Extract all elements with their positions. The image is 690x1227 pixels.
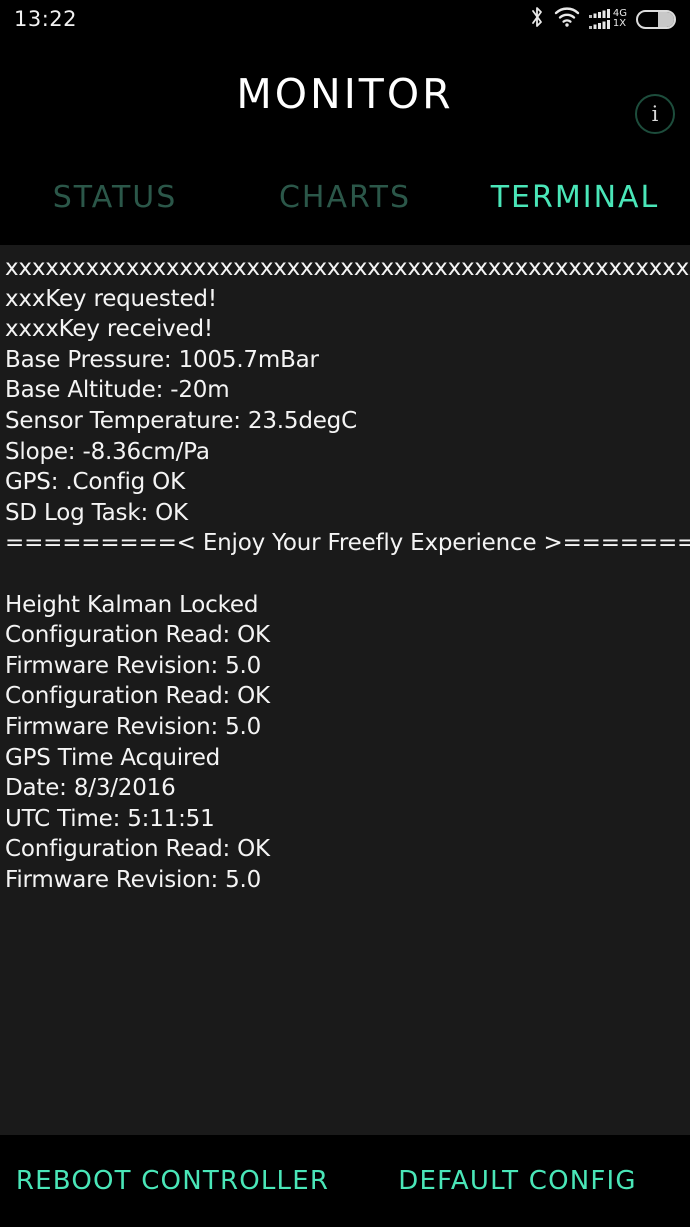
wifi-icon	[554, 6, 580, 32]
bluetooth-icon	[529, 6, 545, 32]
cellular-signal-icon: 4G 1X	[588, 9, 627, 29]
default-config-button[interactable]: DEFAULT CONFIG	[345, 1166, 690, 1196]
battery-fill-level	[657, 11, 674, 27]
status-bar-icons: 4G 1X	[529, 6, 676, 32]
tab-terminal[interactable]: TERMINAL	[460, 180, 690, 215]
status-bar-clock: 13:22	[14, 7, 78, 31]
terminal-line: Firmware Revision: 5.0	[5, 866, 262, 893]
terminal-line: Date: 8/3/2016	[5, 775, 176, 802]
terminal-line: GPS: .Config OK	[5, 469, 185, 496]
terminal-line: Configuration Read: OK	[5, 836, 270, 863]
info-icon[interactable]: i	[635, 94, 675, 134]
action-bar: REBOOT CONTROLLER DEFAULT CONFIG	[0, 1135, 690, 1227]
terminal-line: xxxKey requested!	[5, 285, 217, 312]
system-status-bar: 13:22 4G 1X	[0, 0, 690, 38]
terminal-line: Firmware Revision: 5.0	[5, 652, 262, 679]
terminal-line: xxxxxxxxxxxxxxxxxxxxxxxxxxxxxxxxxxxxxxxx…	[5, 255, 690, 281]
terminal-line: Configuration Read: OK	[5, 622, 270, 649]
page-title: MONITOR	[236, 70, 454, 118]
terminal-line: Firmware Revision: 5.0	[5, 713, 262, 740]
network-type-label-secondary: 1X	[612, 18, 627, 29]
terminal-line: xxxxKey received!	[5, 316, 213, 343]
terminal-line: Configuration Read: OK	[5, 683, 270, 710]
terminal-line: Sensor Temperature: 23.5degC	[5, 407, 357, 434]
reboot-controller-button[interactable]: REBOOT CONTROLLER	[0, 1166, 345, 1196]
terminal-line: Slope: -8.36cm/Pa	[5, 438, 210, 465]
terminal-line: Base Altitude: -20m	[5, 377, 230, 404]
app-root: 13:22 4G 1X MONITOR i STATUS CHARTS TERM…	[0, 0, 690, 1227]
tab-charts[interactable]: CHARTS	[230, 180, 460, 215]
tab-status[interactable]: STATUS	[0, 180, 230, 215]
terminal-line: =========< Enjoy Your Freefly Experience…	[5, 530, 690, 557]
battery-icon	[636, 9, 676, 29]
terminal-line: Height Kalman Locked	[5, 591, 259, 618]
terminal-line: GPS Time Acquired	[5, 744, 221, 771]
app-header: MONITOR i	[0, 38, 690, 150]
tab-bar: STATUS CHARTS TERMINAL	[0, 150, 690, 245]
terminal-line: SD Log Task: OK	[5, 499, 188, 526]
terminal-line: Base Pressure: 1005.7mBar	[5, 346, 319, 373]
terminal-output[interactable]: xxxxxxxxxxxxxxxxxxxxxxxxxxxxxxxxxxxxxxxx…	[0, 245, 690, 1135]
terminal-line: UTC Time: 5:11:51	[5, 805, 215, 832]
